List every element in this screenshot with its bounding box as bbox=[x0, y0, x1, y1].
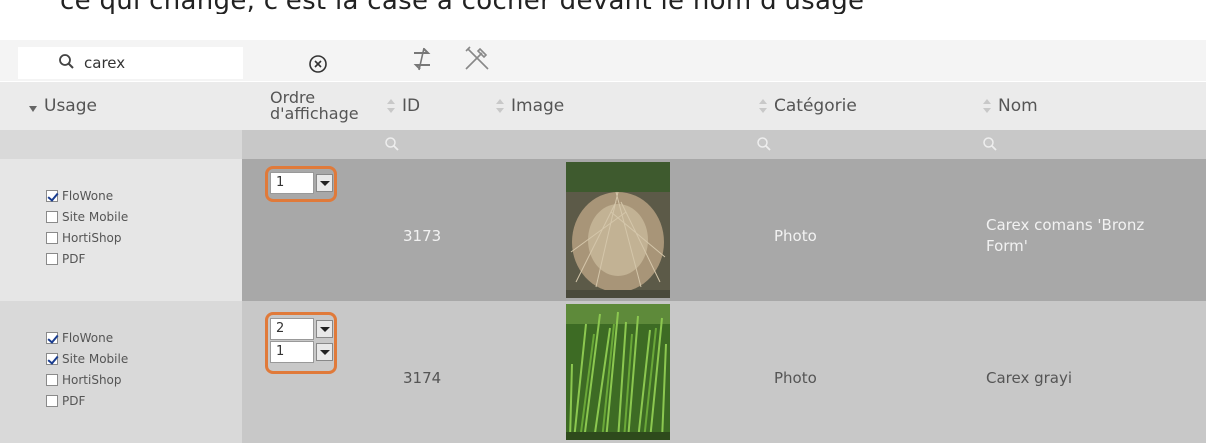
usage-label: FloWone bbox=[62, 330, 114, 345]
row-id: 3174 bbox=[403, 369, 442, 387]
usage-label: HortiShop bbox=[62, 230, 122, 245]
row-name: Carex comans 'Bronz Form' bbox=[986, 215, 1144, 257]
checkbox[interactable] bbox=[46, 210, 58, 223]
usage-label: Site Mobile bbox=[62, 209, 129, 224]
column-image-label: Image bbox=[511, 96, 565, 116]
usage-checkbox-site-mobile[interactable]: Site Mobile bbox=[46, 206, 128, 227]
order-select-value: 2 bbox=[270, 318, 314, 340]
tools-icon[interactable] bbox=[462, 43, 492, 73]
column-usage-label: Usage bbox=[44, 96, 97, 116]
usage-label: HortiShop bbox=[62, 372, 122, 387]
row-name-line: Carex comans 'Bronz bbox=[986, 216, 1145, 234]
row-name-line: Form' bbox=[986, 237, 1028, 255]
table-row[interactable]: FloWone Site Mobile HortiShop PDF 2 1 31… bbox=[0, 301, 1206, 443]
checkbox[interactable] bbox=[46, 231, 58, 244]
sort-icon bbox=[759, 99, 767, 113]
row-name: Carex grayi bbox=[986, 369, 1073, 387]
column-id[interactable]: ID bbox=[386, 82, 420, 130]
plant-thumbnail-image bbox=[566, 304, 670, 440]
usage-checkbox-hortishop[interactable]: HortiShop bbox=[46, 369, 128, 390]
usage-label: PDF bbox=[62, 393, 86, 408]
plant-image[interactable] bbox=[566, 304, 670, 440]
checkbox[interactable] bbox=[46, 373, 58, 386]
search-input[interactable] bbox=[84, 52, 234, 74]
filter-name-search-icon[interactable] bbox=[982, 136, 998, 152]
usage-label: PDF bbox=[62, 251, 86, 266]
sort-desc-icon bbox=[29, 106, 37, 112]
chevron-down-icon[interactable] bbox=[316, 174, 333, 192]
order-select-value: 1 bbox=[270, 341, 314, 363]
usage-cell: FloWone Site Mobile HortiShop PDF bbox=[0, 301, 242, 443]
row-category: Photo bbox=[774, 369, 817, 387]
column-image[interactable]: Image bbox=[495, 82, 564, 130]
usage-checkbox-flowone[interactable]: FloWone bbox=[46, 185, 128, 206]
order-highlight: 2 1 bbox=[265, 312, 337, 374]
plant-image[interactable] bbox=[566, 162, 670, 298]
usage-checkbox-flowone[interactable]: FloWone bbox=[46, 327, 128, 348]
checkbox[interactable] bbox=[46, 189, 58, 202]
order-select[interactable]: 1 bbox=[270, 172, 334, 194]
chevron-down-icon[interactable] bbox=[316, 343, 333, 361]
checkbox[interactable] bbox=[46, 352, 58, 365]
checkbox[interactable] bbox=[46, 252, 58, 265]
column-id-label: ID bbox=[402, 96, 421, 116]
usage-label: Site Mobile bbox=[62, 351, 129, 366]
filter-id-search-icon[interactable] bbox=[384, 136, 400, 152]
sort-icon bbox=[983, 99, 991, 113]
chevron-down-icon[interactable] bbox=[316, 320, 333, 338]
sync-arrows-icon[interactable] bbox=[408, 44, 436, 74]
page-top-text: ce qui change, c'est la case à cocher de… bbox=[0, 0, 1206, 14]
row-category: Photo bbox=[774, 227, 817, 245]
usage-checkbox-pdf[interactable]: PDF bbox=[46, 248, 128, 269]
table-header: Usage Ordre d'affichage ID Image Catégor… bbox=[0, 82, 1206, 130]
checkbox[interactable] bbox=[46, 394, 58, 407]
order-select[interactable]: 2 bbox=[270, 318, 334, 340]
usage-checkbox-pdf[interactable]: PDF bbox=[46, 390, 128, 411]
usage-checkbox-hortishop[interactable]: HortiShop bbox=[46, 227, 128, 248]
table-row[interactable]: FloWone Site Mobile HortiShop PDF 1 3173… bbox=[0, 159, 1206, 301]
sort-icon bbox=[496, 99, 504, 113]
usage-label: FloWone bbox=[62, 188, 114, 203]
order-select[interactable]: 1 bbox=[270, 341, 334, 363]
filter-row bbox=[0, 130, 1206, 159]
checkbox[interactable] bbox=[46, 331, 58, 344]
search-icon bbox=[59, 54, 74, 69]
column-order-label-2: d'affichage bbox=[270, 104, 359, 123]
order-highlight: 1 bbox=[265, 166, 337, 202]
column-category-label: Catégorie bbox=[774, 96, 857, 116]
column-name-label: Nom bbox=[998, 96, 1038, 116]
column-order[interactable]: Ordre d'affichage bbox=[270, 82, 359, 130]
order-select-value: 1 bbox=[270, 172, 314, 194]
clear-circle-icon[interactable] bbox=[307, 53, 329, 75]
column-usage[interactable]: Usage bbox=[28, 82, 97, 130]
search-box[interactable] bbox=[18, 47, 243, 79]
sort-icon bbox=[387, 99, 395, 113]
usage-checkbox-site-mobile[interactable]: Site Mobile bbox=[46, 348, 128, 369]
plant-thumbnail-image bbox=[566, 162, 670, 298]
filter-category-search-icon[interactable] bbox=[756, 136, 772, 152]
row-id: 3173 bbox=[403, 227, 442, 245]
filter-usage-cell bbox=[0, 130, 242, 159]
column-category[interactable]: Catégorie bbox=[758, 82, 857, 130]
usage-cell: FloWone Site Mobile HortiShop PDF bbox=[0, 159, 242, 301]
column-name[interactable]: Nom bbox=[982, 82, 1038, 130]
